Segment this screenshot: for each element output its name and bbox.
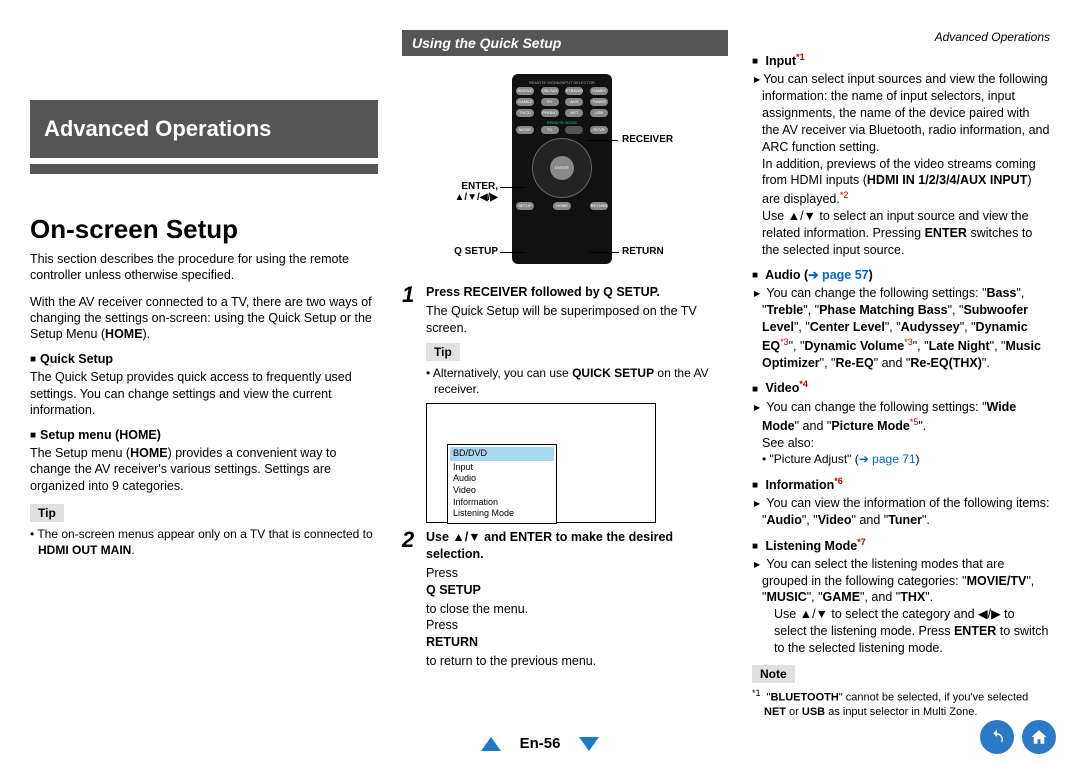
note-label: Note — [752, 665, 795, 683]
label-receiver: RECEIVER — [622, 134, 673, 145]
step-number: 2 — [402, 529, 426, 670]
paragraph-two: With the AV receiver connected to a TV, … — [30, 294, 378, 343]
step-1-body: The Quick Setup will be superimposed on … — [426, 304, 697, 335]
chapter-title: Advanced Operations — [30, 100, 378, 158]
listening-mode-body-2: Use ▲/▼ to select the category and ◀/▶ t… — [774, 606, 1050, 657]
osd-item-selected: BD/DVD — [450, 447, 554, 461]
decorative-bar — [30, 164, 378, 174]
input-body-2: In addition, previews of the video strea… — [762, 156, 1050, 209]
video-body: You can change the following settings: "… — [762, 399, 1050, 435]
step-2-title: Use ▲/▼ and ENTER to make the desired se… — [426, 529, 728, 563]
page-link[interactable]: ➔ page 57 — [808, 268, 869, 282]
label-enter: ENTER, ▲/▼/◀/▶ — [438, 181, 498, 203]
step-number: 1 — [402, 284, 426, 337]
step-2-body: Press Q SETUP to close the menu. Press R… — [426, 566, 728, 668]
osd-menu: BD/DVD Input Audio Video Information Lis… — [447, 444, 557, 524]
osd-item: Listening Mode — [453, 508, 514, 518]
input-body-3: Use ▲/▼ to select an input source and vi… — [762, 208, 1050, 259]
prev-page-icon[interactable] — [481, 737, 501, 751]
page-number: En-56 — [520, 735, 561, 752]
setup-menu-body: The Setup menu (HOME) provides a conveni… — [30, 445, 378, 494]
step-1: 1 Press RECEIVER followed by Q SETUP. Th… — [402, 284, 728, 337]
listening-mode-body: You can select the listening modes that … — [762, 556, 1050, 607]
step-1-title: Press RECEIVER followed by Q SETUP. — [426, 284, 728, 301]
video-heading: Video*4 — [752, 379, 1050, 395]
information-body: You can view the information of the foll… — [762, 495, 1050, 529]
input-heading: Input*1 — [752, 52, 1050, 68]
note-body: *1 "BLUETOOTH" cannot be selected, if yo… — [764, 687, 1050, 720]
quick-setup-body: The Quick Setup provides quick access to… — [30, 369, 378, 418]
remote-body: REMOTE MODE/INPUT SELECTOR BD/DVDCBL/SAT… — [512, 74, 612, 264]
osd-preview: BD/DVD Input Audio Video Information Lis… — [426, 403, 656, 523]
listening-mode-heading: Listening Mode*7 — [752, 537, 1050, 553]
using-quick-setup-header: Using the Quick Setup — [402, 30, 728, 56]
intro-paragraph: This section describes the procedure for… — [30, 251, 378, 284]
osd-item: Audio — [453, 473, 476, 483]
page-link[interactable]: ➔ page 71 — [859, 452, 916, 466]
dpad-icon — [532, 138, 592, 198]
input-body: You can select input sources and view th… — [762, 71, 1050, 155]
audio-body: You can change the following settings: "… — [762, 285, 1050, 372]
quick-setup-heading: Quick Setup — [30, 352, 378, 366]
tip-label: Tip — [30, 504, 64, 522]
page-footer: En-56 — [0, 735, 1080, 752]
home-icon[interactable] — [1022, 720, 1056, 754]
label-return: RETURN — [622, 246, 664, 257]
section-title: On-screen Setup — [30, 214, 378, 245]
audio-heading: Audio (➔ page 57) — [752, 267, 1050, 282]
setup-menu-heading: Setup menu (HOME) — [30, 428, 378, 442]
tip-body: Alternatively, you can use QUICK SETUP o… — [434, 365, 728, 397]
video-see-item: "Picture Adjust" (➔ page 71) — [770, 451, 1050, 467]
next-page-icon[interactable] — [579, 737, 599, 751]
osd-item: Input — [453, 462, 473, 472]
tip-body: The on-screen menus appear only on a TV … — [38, 526, 378, 558]
tip-label: Tip — [426, 343, 460, 361]
video-see-also: See also: — [762, 435, 1050, 452]
label-qsetup: Q SETUP — [438, 246, 498, 257]
osd-item: Video — [453, 485, 476, 495]
page-header-right: Advanced Operations — [752, 30, 1050, 44]
back-icon[interactable] — [980, 720, 1014, 754]
information-heading: Information*6 — [752, 476, 1050, 492]
remote-diagram: REMOTE MODE/INPUT SELECTOR BD/DVDCBL/SAT… — [402, 66, 728, 276]
osd-item: Information — [453, 497, 498, 507]
step-2: 2 Use ▲/▼ and ENTER to make the desired … — [402, 529, 728, 670]
